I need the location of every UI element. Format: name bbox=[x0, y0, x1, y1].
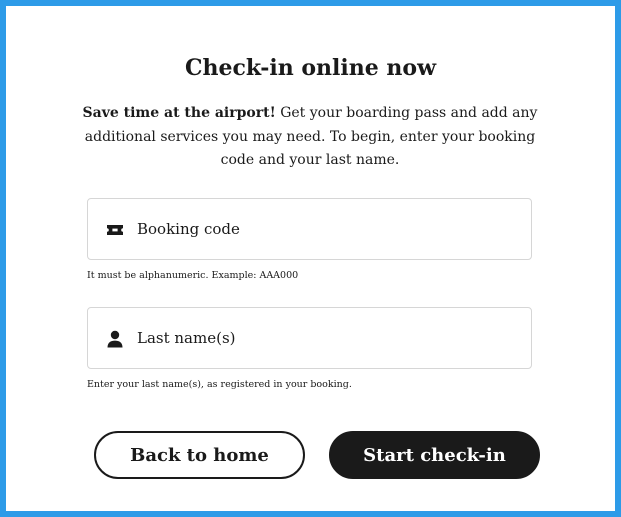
booking-code-input[interactable] bbox=[137, 199, 521, 259]
person-icon bbox=[105, 330, 125, 348]
checkin-panel: Check-in online now Save time at the air… bbox=[6, 6, 615, 511]
booking-code-field[interactable] bbox=[87, 198, 532, 260]
booking-code-hint: It must be alphanumeric. Example: AAA000 bbox=[87, 270, 299, 281]
last-name-input[interactable] bbox=[137, 308, 521, 368]
ticket-icon bbox=[105, 221, 125, 239]
back-to-home-button[interactable]: Back to home bbox=[94, 431, 305, 479]
intro-text: Save time at the airport! Get your board… bbox=[76, 102, 544, 173]
last-name-field[interactable] bbox=[87, 307, 532, 369]
intro-bold: Save time at the airport! bbox=[82, 105, 276, 121]
page-title: Check-in online now bbox=[184, 55, 437, 81]
last-name-hint: Enter your last name(s), as registered i… bbox=[87, 379, 352, 390]
start-check-in-button[interactable]: Start check-in bbox=[329, 431, 540, 479]
